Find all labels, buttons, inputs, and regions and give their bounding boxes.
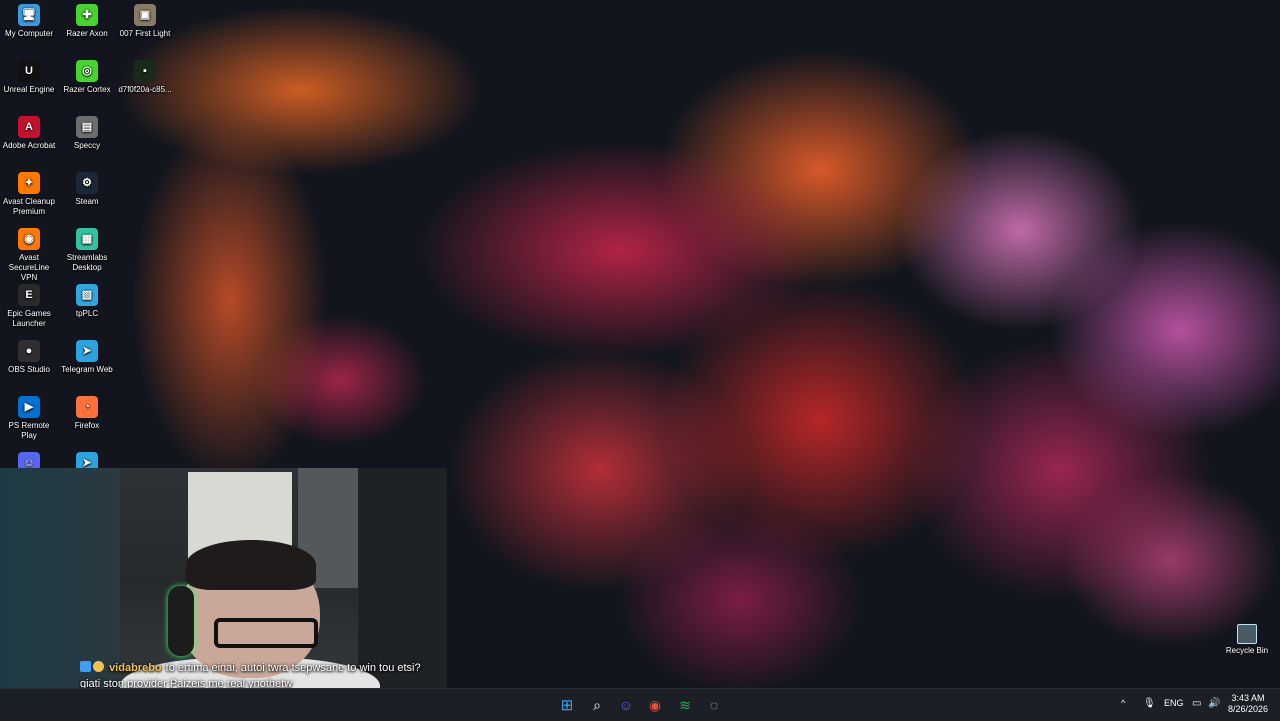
- desktop-shortcut[interactable]: 🖥 My Computer: [0, 0, 58, 39]
- discord-icon: ☺: [618, 697, 634, 713]
- speccy-icon: ▤: [76, 116, 98, 138]
- firefox-icon: ◔: [76, 396, 98, 418]
- file-icon: ▪: [134, 60, 156, 82]
- desktop-shortcut-label: Razer Axon: [66, 29, 108, 38]
- tray-chevron-icon[interactable]: ^: [1121, 698, 1125, 708]
- desktop-shortcut-label: OBS Studio: [8, 365, 50, 374]
- epic-games-icon: E: [18, 284, 40, 306]
- obs-icon: ●: [18, 340, 40, 362]
- spotify-taskbar[interactable]: ≋: [675, 695, 695, 715]
- clock-date: 8/26/2026: [1227, 704, 1269, 714]
- desktop-shortcut[interactable]: U Unreal Engine: [0, 56, 58, 95]
- razer-axon-icon: ✚: [76, 4, 98, 26]
- streamlabs-icon: ▦: [76, 228, 98, 250]
- desktop-shortcut[interactable]: ▣ 007 First Light: [116, 0, 174, 39]
- webcam-person-hair: [186, 540, 316, 590]
- desktop-shortcut[interactable]: ▪ d7f0f20a-c85...: [116, 56, 174, 95]
- chat-sub-badge-icon: [93, 661, 104, 672]
- language-indicator[interactable]: ENG: [1164, 698, 1184, 708]
- chrome-icon: ◉: [648, 696, 662, 713]
- recycle-bin-icon: [1237, 624, 1257, 644]
- desktop-shortcut-label: Firefox: [74, 421, 100, 430]
- desktop-shortcut-label: Speccy: [73, 141, 101, 150]
- headphones: [168, 586, 194, 656]
- desktop-shortcut[interactable]: ✦ Avast Cleanup Premium: [0, 168, 58, 217]
- acrobat-icon: A: [18, 116, 40, 138]
- microphone-icon[interactable]: 🎙: [1143, 698, 1156, 709]
- chrome-taskbar[interactable]: ◉: [645, 695, 665, 715]
- windows-icon: ⊞: [560, 697, 574, 714]
- start-button[interactable]: ⊞: [557, 695, 577, 715]
- desktop-shortcut-label: My Computer: [4, 29, 53, 38]
- desktop-shortcut[interactable]: ▦ Streamlabs Desktop: [58, 224, 116, 273]
- desktop-shortcut-label: d7f0f20a-c85...: [118, 85, 172, 94]
- desktop-shortcut[interactable]: E Epic Games Launcher: [0, 280, 58, 329]
- glasses: [214, 618, 318, 648]
- taskbar: ⊞ ⌕ ☺ ◉ ≋ ◌ ^ 🎙 ENG ▭ 🔊: [0, 688, 1280, 721]
- desktop-shortcut[interactable]: ➤ Telegram Web: [58, 336, 116, 375]
- desktop-shortcut[interactable]: ⚙ Steam: [58, 168, 116, 207]
- desktop-shortcut-label: tpPLC: [75, 309, 99, 318]
- desktop-shortcut-label: Unreal Engine: [3, 85, 55, 94]
- desktop-shortcut-label: 007 First Light: [119, 29, 171, 38]
- telegram-icon: ➤: [76, 340, 98, 362]
- discord-taskbar[interactable]: ☺: [616, 695, 636, 715]
- desktop-shortcut-label: Adobe Acrobat: [2, 141, 56, 150]
- volume-icon[interactable]: 🔊: [1208, 698, 1220, 709]
- game-icon: ▣: [134, 4, 156, 26]
- desktop-shortcut-label: Steam: [75, 197, 99, 206]
- desktop-shortcut-label: Telegram Web: [61, 365, 113, 374]
- chat-badge-icon: [80, 661, 91, 672]
- tpplc-icon: ▧: [76, 284, 98, 306]
- recycle-bin-label: Recycle Bin: [1225, 646, 1269, 655]
- desktop-shortcut-label: PS Remote Play: [8, 421, 50, 440]
- ps-remote-icon: ▶: [18, 396, 40, 418]
- chat-username: vidabrebo: [109, 662, 162, 674]
- clock-time: 3:43 AM: [1231, 693, 1265, 703]
- unreal-icon: U: [18, 60, 40, 82]
- search-icon: ⌕: [593, 696, 601, 713]
- network-icon[interactable]: ▭: [1192, 698, 1201, 709]
- desktop-shortcut[interactable]: ▶ PS Remote Play: [0, 392, 58, 441]
- desktop-shortcut-label: Streamlabs Desktop: [66, 253, 108, 272]
- desktop-shortcut[interactable]: ✚ Razer Axon: [58, 0, 116, 39]
- desktop-shortcut-label: Epic Games Launcher: [7, 309, 51, 328]
- desktop-shortcut[interactable]: ◎ Razer Cortex: [58, 56, 116, 95]
- desktop-shortcut-label: Avast SecureLine VPN: [8, 253, 50, 282]
- razer-cortex-icon: ◎: [76, 60, 98, 82]
- monitor-icon: 🖥: [18, 4, 40, 26]
- desktop-shortcut[interactable]: ◔ Firefox: [58, 392, 116, 431]
- desktop-shortcut[interactable]: ▤ Speccy: [58, 112, 116, 151]
- desktop-shortcut[interactable]: ▧ tpPLC: [58, 280, 116, 319]
- desktop-shortcut[interactable]: A Adobe Acrobat: [0, 112, 58, 151]
- desktop-shortcut[interactable]: ● OBS Studio: [0, 336, 58, 375]
- steam-icon: ⚙: [76, 172, 98, 194]
- avast-cleanup-icon: ✦: [18, 172, 40, 194]
- spotify-icon: ≋: [679, 696, 691, 713]
- obs-icon: ◌: [709, 697, 719, 713]
- desktop-shortcut[interactable]: ◉ Avast SecureLine VPN: [0, 224, 58, 283]
- desktop-shortcut-label: Avast Cleanup Premium: [3, 197, 55, 216]
- avast-vpn-icon: ◉: [18, 228, 40, 250]
- desktop-shortcut-label: Razer Cortex: [63, 85, 111, 94]
- obs-taskbar[interactable]: ◌: [704, 695, 724, 715]
- search-button[interactable]: ⌕: [587, 695, 607, 715]
- taskbar-clock[interactable]: 3:43 AM 8/26/2026: [1222, 693, 1274, 715]
- recycle-bin-shortcut[interactable]: Recycle Bin: [1222, 624, 1272, 655]
